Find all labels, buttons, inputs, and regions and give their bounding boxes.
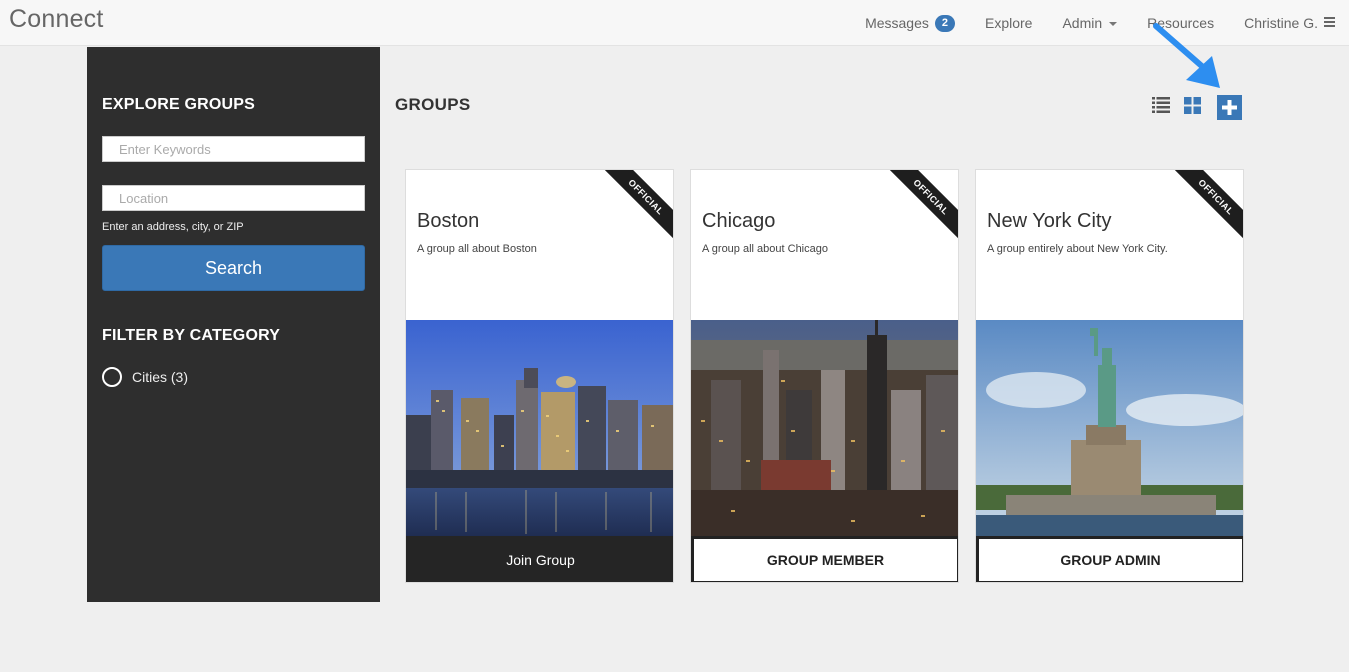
list-view-icon[interactable] — [1152, 97, 1170, 113]
page-title: GROUPS — [395, 95, 471, 114]
add-group-button[interactable] — [1217, 95, 1242, 120]
official-ribbon: OFFICIAL — [600, 170, 673, 243]
search-button[interactable]: Search — [102, 245, 365, 291]
pointer-arrow-icon — [1153, 23, 1220, 88]
group-image-boston — [406, 320, 673, 536]
location-input[interactable]: Location — [102, 185, 365, 211]
explore-sidebar: EXPLORE GROUPS Enter Keywords Location E… — [87, 47, 380, 602]
brand-logo[interactable]: Connect — [9, 5, 104, 34]
caret-down-icon — [1109, 22, 1118, 26]
group-card-new-york-city[interactable]: OFFICIAL New York City A group entirely … — [975, 169, 1244, 583]
messages-count-badge: 2 — [934, 14, 955, 32]
group-description: A group all about Boston — [417, 243, 537, 255]
official-ribbon: OFFICIAL — [1170, 170, 1243, 243]
group-card-chicago[interactable]: OFFICIAL Chicago A group all about Chica… — [690, 169, 959, 583]
group-image-new-york-city — [976, 320, 1243, 536]
category-filter-cities[interactable]: Cities (3) — [102, 367, 188, 387]
nav-messages[interactable]: Messages 2 — [865, 14, 955, 32]
group-card-boston[interactable]: OFFICIAL Boston A group all about Boston — [405, 169, 674, 583]
category-label: Cities (3) — [132, 369, 189, 385]
official-ribbon: OFFICIAL — [885, 170, 958, 243]
nav-menu: Messages 2 Explore Admin Resources Chris… — [865, 0, 1349, 46]
group-name[interactable]: Chicago — [702, 210, 775, 233]
hamburger-menu-icon — [1324, 16, 1335, 27]
filter-title: FILTER BY CATEGORY — [102, 327, 281, 344]
nav-admin-label: Admin — [1062, 15, 1103, 31]
sidebar-title: EXPLORE GROUPS — [102, 96, 256, 113]
group-admin-button[interactable]: GROUP ADMIN — [976, 536, 1243, 582]
nav-user-label: Christine G. — [1244, 15, 1318, 31]
radio-icon[interactable] — [102, 367, 122, 387]
grid-view-icon[interactable] — [1184, 97, 1201, 114]
nav-admin-dropdown[interactable]: Admin — [1062, 15, 1118, 31]
nav-user-menu[interactable]: Christine G. — [1244, 15, 1335, 31]
top-navbar: Connect Messages 2 Explore Admin Resourc… — [0, 0, 1349, 46]
nav-messages-label: Messages — [865, 15, 929, 31]
location-hint: Enter an address, city, or ZIP — [102, 221, 244, 233]
group-member-button[interactable]: GROUP MEMBER — [691, 536, 958, 582]
group-name[interactable]: New York City — [987, 210, 1112, 233]
nav-explore[interactable]: Explore — [985, 15, 1032, 31]
group-description: A group entirely about New York City. — [987, 243, 1168, 255]
keywords-input[interactable]: Enter Keywords — [102, 136, 365, 162]
group-name[interactable]: Boston — [417, 210, 479, 233]
group-description: A group all about Chicago — [702, 243, 828, 255]
join-group-button[interactable]: Join Group — [406, 536, 673, 582]
group-image-chicago — [691, 320, 958, 536]
